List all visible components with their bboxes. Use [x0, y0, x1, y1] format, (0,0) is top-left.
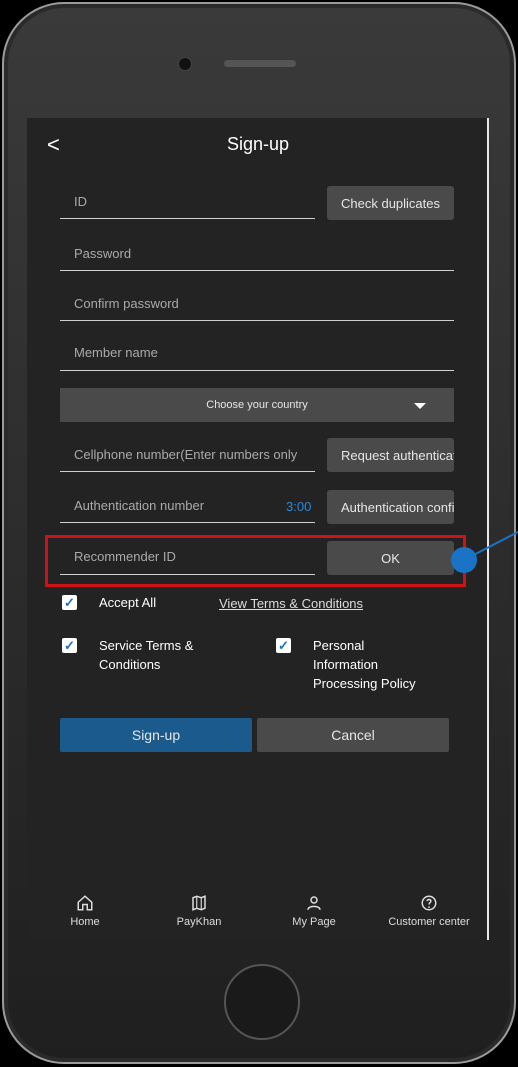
annotation-dot	[451, 547, 477, 573]
annotation-pointer	[463, 531, 518, 561]
